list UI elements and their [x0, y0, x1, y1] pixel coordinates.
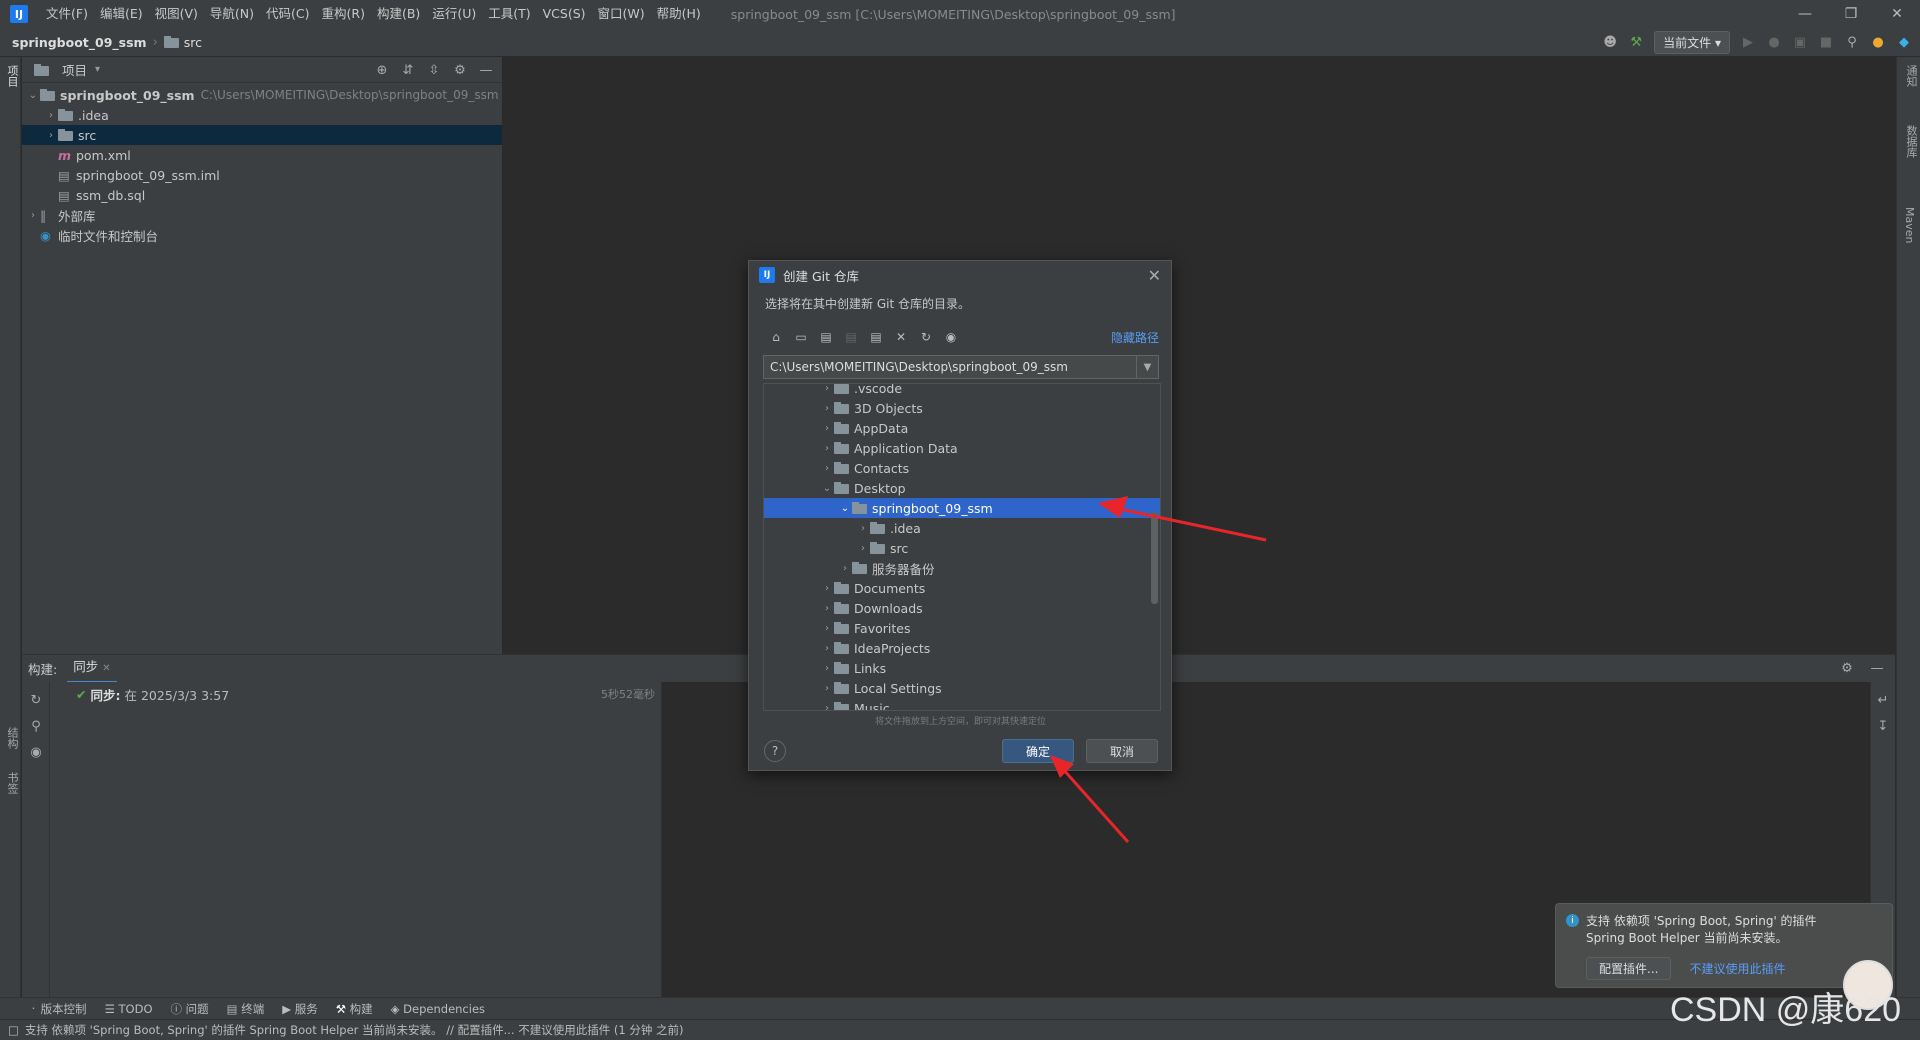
plugin-notification: i 支持 依赖项 'Spring Boot, Spring' 的插件 Sprin…: [1555, 903, 1893, 988]
arrow-to-selected-folder: [1098, 496, 1267, 542]
notification-line-1: 支持 依赖项 'Spring Boot, Spring' 的插件: [1586, 914, 1817, 928]
notification-line-2: Spring Boot Helper 当前尚未安装。: [1586, 931, 1788, 945]
info-icon: i: [1566, 914, 1579, 927]
annotation-arrows: [1050, 496, 1267, 843]
configure-plugins-button[interactable]: 配置插件...: [1586, 957, 1672, 980]
watermark: CSDN @康620: [1670, 991, 1902, 1029]
arrow-to-ok-button: [1050, 755, 1130, 843]
dont-suggest-link[interactable]: 不建议使用此插件: [1689, 960, 1785, 977]
